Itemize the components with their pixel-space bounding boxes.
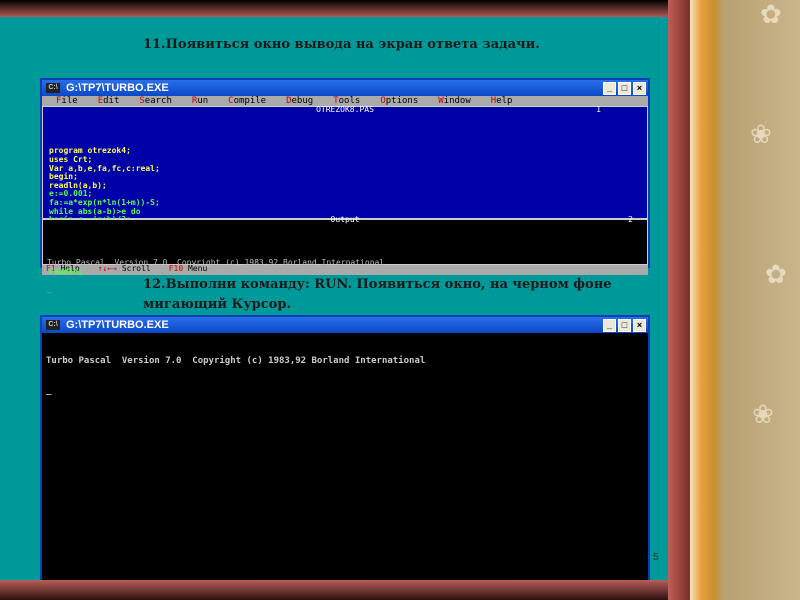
- console-icon: C:\: [46, 320, 60, 330]
- menu-item-edit[interactable]: Edit: [98, 96, 120, 106]
- menu-item-help[interactable]: Help: [491, 96, 513, 106]
- menu-item-run[interactable]: Run: [192, 96, 208, 106]
- code-line: begin;: [49, 172, 78, 182]
- output-text: Turbo Pascal Version 7.0 Copyright (c) 1…: [47, 258, 385, 268]
- flower-icon: ✿: [765, 260, 787, 290]
- menu-item-options[interactable]: Options: [380, 96, 418, 106]
- blinking-cursor: _: [46, 386, 52, 396]
- maximize-button[interactable]: □: [618, 81, 631, 95]
- flower-icon: ✿: [760, 0, 782, 30]
- console-output[interactable]: Turbo Pascal Version 7.0 Copyright (c) 1…: [42, 333, 648, 580]
- flower-icon: ❀: [752, 400, 774, 430]
- code-line: Var a,b,e,fa,fc,c:real;: [49, 163, 160, 173]
- console-icon: C:\: [46, 83, 60, 93]
- menu-item-debug[interactable]: Debug: [286, 96, 313, 106]
- editor-title: OTREZOK8.PAS: [316, 105, 374, 114]
- title-bar[interactable]: C:\ G:\TP7\TURBO.EXE _ □ ×: [42, 80, 648, 96]
- close-button[interactable]: ×: [633, 318, 646, 332]
- minimize-button[interactable]: _: [603, 81, 616, 95]
- turbo-pascal-window[interactable]: C:\ G:\TP7\TURBO.EXE _ □ × File Edit Sea…: [40, 78, 650, 293]
- output-window-number: 2: [628, 215, 633, 224]
- code-line: program otrezok4;: [49, 146, 131, 156]
- page-number: 5: [653, 552, 659, 563]
- step-12-caption: 12.Выполни команду: RUN. Появиться окно,…: [143, 277, 612, 312]
- title-bar[interactable]: C:\ G:\TP7\TURBO.EXE _ □ ×: [42, 317, 648, 333]
- output-title: Output: [330, 215, 360, 224]
- top-border: [0, 0, 668, 17]
- flower-icon: ❀: [750, 120, 772, 150]
- output-pane[interactable]: Output 2 Turbo Pascal Version 7.0 Copyri…: [42, 215, 648, 293]
- step-11-caption: 11.Появиться окно вывода на экран ответа…: [143, 37, 540, 52]
- menu-item-window[interactable]: Window: [438, 96, 471, 106]
- decorative-panel: ✿ ❀ ✿ ❀: [690, 0, 800, 600]
- window-title: G:\TP7\TURBO.EXE: [66, 319, 169, 331]
- frame-bevel: [668, 0, 690, 600]
- menu-item-search[interactable]: Search: [139, 96, 172, 106]
- menu-item-compile[interactable]: Compile: [228, 96, 266, 106]
- minimize-button[interactable]: _: [603, 318, 616, 332]
- run-console-window[interactable]: C:\ G:\TP7\TURBO.EXE _ □ × Turbo Pascal …: [40, 315, 650, 580]
- code-line: readln(a,b);: [49, 180, 107, 190]
- editor-window-number: 1: [596, 105, 601, 114]
- close-button[interactable]: ×: [633, 81, 646, 95]
- window-title: G:\TP7\TURBO.EXE: [66, 82, 169, 94]
- maximize-button[interactable]: □: [618, 318, 631, 332]
- bottom-border: [0, 580, 668, 600]
- code-editor[interactable]: OTREZOK8.PAS 1 program otrezok4; uses Crt…: [42, 105, 648, 275]
- menu-item-file[interactable]: File: [56, 96, 78, 106]
- output-text: Turbo Pascal Version 7.0 Copyright (c) 1…: [46, 356, 426, 366]
